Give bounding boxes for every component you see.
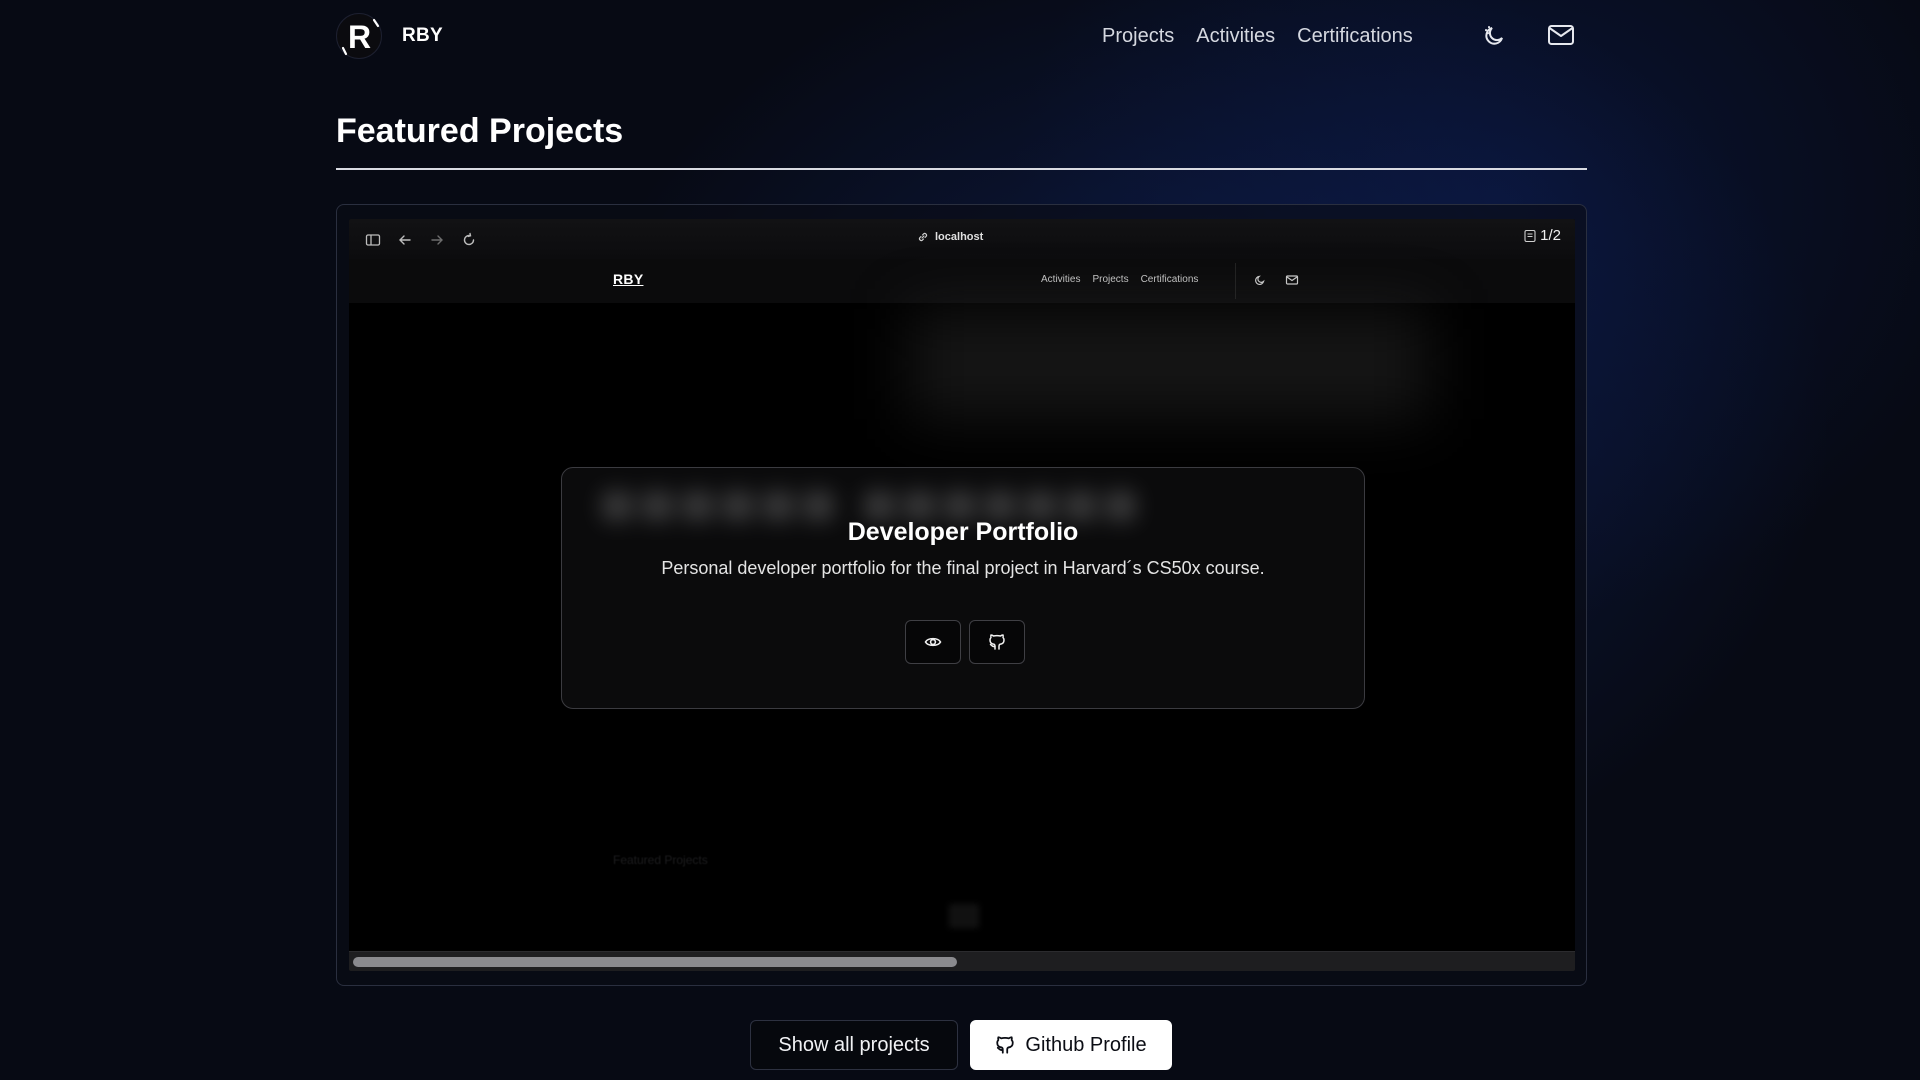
slide-counter: 1/2 bbox=[1523, 227, 1561, 244]
scrollbar-thumb[interactable] bbox=[353, 957, 957, 967]
brand[interactable]: R RBY bbox=[336, 13, 443, 59]
project-description: Personal developer portfolio for the fin… bbox=[661, 558, 1265, 578]
preview-nav-divider bbox=[1235, 263, 1236, 299]
link-icon bbox=[918, 232, 928, 242]
document-icon bbox=[1524, 229, 1536, 242]
preview-theme-icon bbox=[1253, 273, 1267, 287]
mail-icon[interactable] bbox=[1546, 20, 1576, 50]
preview-nav-certifications: Certifications bbox=[1140, 274, 1199, 285]
sidebar-icon bbox=[365, 232, 381, 248]
counter-text: 1/2 bbox=[1540, 227, 1561, 244]
preview-section-title: Featured Projects bbox=[613, 853, 708, 867]
blurred-background bbox=[909, 309, 1429, 419]
logo-icon: R bbox=[336, 13, 382, 59]
live-preview-button[interactable] bbox=[905, 620, 961, 664]
github-profile-label: Github Profile bbox=[1025, 1033, 1147, 1056]
preview-nav-links: Activities Projects Certifications bbox=[1041, 274, 1198, 285]
url-text: localhost bbox=[935, 231, 984, 243]
preview-nav-projects: Projects bbox=[1092, 274, 1129, 285]
blurred-block bbox=[949, 904, 979, 928]
back-arrow-icon bbox=[397, 232, 413, 248]
browser-toolbar: localhost 1/2 bbox=[349, 219, 1575, 259]
nav-link-certifications[interactable]: Certifications bbox=[1297, 22, 1413, 50]
title-divider bbox=[336, 168, 1587, 170]
reload-icon bbox=[461, 232, 477, 248]
nav-link-projects[interactable]: Projects bbox=[1102, 22, 1174, 50]
preview-brand: RBY bbox=[613, 271, 644, 287]
github-repo-button[interactable] bbox=[969, 620, 1025, 664]
preview-site-nav: RBY Activities Projects Certifications bbox=[349, 259, 1575, 303]
main-nav: Projects Activities Certifications bbox=[1102, 22, 1413, 50]
github-icon bbox=[989, 634, 1005, 650]
github-profile-button[interactable]: Github Profile bbox=[970, 1020, 1172, 1070]
horizontal-scrollbar[interactable] bbox=[349, 951, 1575, 971]
preview-mail-icon bbox=[1285, 273, 1299, 287]
project-card: Developer Portfolio Personal developer p… bbox=[561, 467, 1365, 709]
show-all-projects-button[interactable]: Show all projects bbox=[750, 1020, 958, 1070]
theme-toggle-icon[interactable] bbox=[1480, 20, 1510, 50]
top-navigation: R RBY Projects Activities Certifications bbox=[0, 0, 1920, 76]
page-title: Featured Projects bbox=[336, 112, 624, 150]
project-title: Developer Portfolio bbox=[847, 518, 1079, 546]
url-bar: localhost bbox=[917, 231, 983, 243]
github-icon bbox=[996, 1036, 1015, 1054]
nav-link-activities[interactable]: Activities bbox=[1196, 22, 1275, 50]
project-screenshot: localhost 1/2 RBY Activities Projects Ce… bbox=[349, 219, 1575, 971]
eye-icon bbox=[924, 637, 942, 647]
brand-name: RBY bbox=[402, 25, 444, 46]
project-carousel: localhost 1/2 RBY Activities Projects Ce… bbox=[336, 204, 1587, 986]
forward-arrow-icon bbox=[429, 232, 445, 248]
preview-nav-activities: Activities bbox=[1041, 274, 1081, 285]
